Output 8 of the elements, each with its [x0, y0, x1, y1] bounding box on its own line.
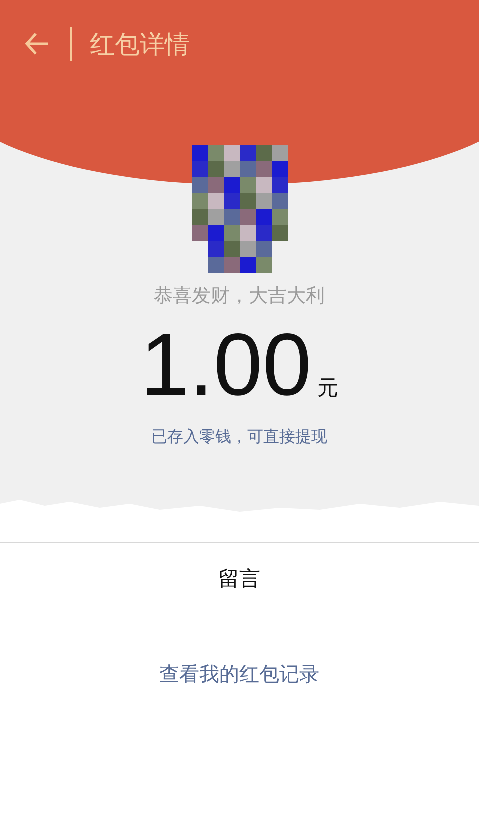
history-link[interactable]: 查看我的红包记录 [160, 661, 320, 688]
greeting-text: 恭喜发财，大吉大利 [154, 284, 325, 309]
message-label: 留言 [218, 566, 260, 593]
balance-link[interactable]: 已存入零钱，可直接提现 [152, 427, 328, 448]
back-icon[interactable] [24, 31, 50, 57]
unit-text: 元 [318, 375, 339, 402]
amount-text: 1.00 [140, 321, 312, 409]
page-title: 红包详情 [90, 28, 190, 60]
